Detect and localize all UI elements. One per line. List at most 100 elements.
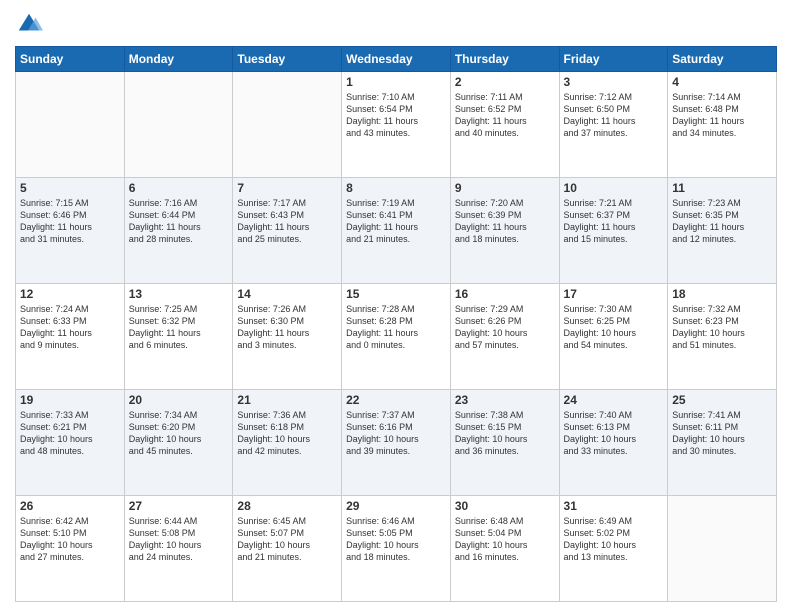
day-number: 19 bbox=[20, 393, 120, 407]
calendar-cell: 22 Sunrise: 7:37 AM Sunset: 6:16 PM Dayli… bbox=[342, 390, 451, 496]
calendar-cell bbox=[668, 496, 777, 602]
weekday-header-thursday: Thursday bbox=[450, 47, 559, 72]
calendar-cell: 17 Sunrise: 7:30 AM Sunset: 6:25 PM Dayli… bbox=[559, 284, 668, 390]
calendar-cell: 23 Sunrise: 7:38 AM Sunset: 6:15 PM Dayli… bbox=[450, 390, 559, 496]
day-number: 8 bbox=[346, 181, 446, 195]
weekday-header-saturday: Saturday bbox=[668, 47, 777, 72]
cell-info: Sunrise: 7:41 AM Sunset: 6:11 PM Dayligh… bbox=[672, 409, 772, 458]
calendar-cell: 3Sunrise: 7:12 AM Sunset: 6:50 PM Daylig… bbox=[559, 72, 668, 178]
calendar-cell: 5 Sunrise: 7:15 AM Sunset: 6:46 PM Daylig… bbox=[16, 178, 125, 284]
weekday-header-monday: Monday bbox=[124, 47, 233, 72]
day-number: 27 bbox=[129, 499, 229, 513]
week-row-1: 5 Sunrise: 7:15 AM Sunset: 6:46 PM Daylig… bbox=[16, 178, 777, 284]
weekday-header-wednesday: Wednesday bbox=[342, 47, 451, 72]
calendar-table: SundayMondayTuesdayWednesdayThursdayFrid… bbox=[15, 46, 777, 602]
day-number: 14 bbox=[237, 287, 337, 301]
calendar-cell: 13 Sunrise: 7:25 AM Sunset: 6:32 PM Dayli… bbox=[124, 284, 233, 390]
day-number: 4 bbox=[672, 75, 772, 89]
page: SundayMondayTuesdayWednesdayThursdayFrid… bbox=[0, 0, 792, 612]
cell-info: Sunrise: 7:30 AM Sunset: 6:25 PM Dayligh… bbox=[564, 303, 664, 352]
day-number: 15 bbox=[346, 287, 446, 301]
cell-info: Sunrise: 7:36 AM Sunset: 6:18 PM Dayligh… bbox=[237, 409, 337, 458]
cell-info: Sunrise: 7:24 AM Sunset: 6:33 PM Dayligh… bbox=[20, 303, 120, 352]
day-number: 2 bbox=[455, 75, 555, 89]
cell-info: Sunrise: 6:44 AM Sunset: 5:08 PM Dayligh… bbox=[129, 515, 229, 564]
cell-info: Sunrise: 7:21 AM Sunset: 6:37 PM Dayligh… bbox=[564, 197, 664, 246]
calendar-cell: 28 Sunrise: 6:45 AM Sunset: 5:07 PM Dayli… bbox=[233, 496, 342, 602]
day-number: 12 bbox=[20, 287, 120, 301]
cell-info: Sunrise: 7:25 AM Sunset: 6:32 PM Dayligh… bbox=[129, 303, 229, 352]
day-number: 29 bbox=[346, 499, 446, 513]
calendar-cell: 16Sunrise: 7:29 AM Sunset: 6:26 PM Dayli… bbox=[450, 284, 559, 390]
day-number: 11 bbox=[672, 181, 772, 195]
cell-info: Sunrise: 7:14 AM Sunset: 6:48 PM Dayligh… bbox=[672, 91, 772, 140]
day-number: 3 bbox=[564, 75, 664, 89]
calendar-cell: 4 Sunrise: 7:14 AM Sunset: 6:48 PM Daylig… bbox=[668, 72, 777, 178]
calendar-cell: 1Sunrise: 7:10 AM Sunset: 6:54 PM Daylig… bbox=[342, 72, 451, 178]
logo-icon bbox=[15, 10, 43, 38]
day-number: 18 bbox=[672, 287, 772, 301]
header bbox=[15, 10, 777, 38]
week-row-3: 19 Sunrise: 7:33 AM Sunset: 6:21 PM Dayli… bbox=[16, 390, 777, 496]
calendar-cell bbox=[16, 72, 125, 178]
calendar-cell: 30 Sunrise: 6:48 AM Sunset: 5:04 PM Dayli… bbox=[450, 496, 559, 602]
week-row-2: 12 Sunrise: 7:24 AM Sunset: 6:33 PM Dayli… bbox=[16, 284, 777, 390]
day-number: 23 bbox=[455, 393, 555, 407]
day-number: 26 bbox=[20, 499, 120, 513]
calendar-cell: 18 Sunrise: 7:32 AM Sunset: 6:23 PM Dayli… bbox=[668, 284, 777, 390]
day-number: 9 bbox=[455, 181, 555, 195]
day-number: 13 bbox=[129, 287, 229, 301]
cell-info: Sunrise: 7:17 AM Sunset: 6:43 PM Dayligh… bbox=[237, 197, 337, 246]
cell-info: Sunrise: 7:28 AM Sunset: 6:28 PM Dayligh… bbox=[346, 303, 446, 352]
day-number: 21 bbox=[237, 393, 337, 407]
calendar-cell: 15 Sunrise: 7:28 AM Sunset: 6:28 PM Dayli… bbox=[342, 284, 451, 390]
calendar-cell: 7 Sunrise: 7:17 AM Sunset: 6:43 PM Daylig… bbox=[233, 178, 342, 284]
day-number: 6 bbox=[129, 181, 229, 195]
cell-info: Sunrise: 7:20 AM Sunset: 6:39 PM Dayligh… bbox=[455, 197, 555, 246]
cell-info: Sunrise: 7:26 AM Sunset: 6:30 PM Dayligh… bbox=[237, 303, 337, 352]
cell-info: Sunrise: 6:46 AM Sunset: 5:05 PM Dayligh… bbox=[346, 515, 446, 564]
cell-info: Sunrise: 7:32 AM Sunset: 6:23 PM Dayligh… bbox=[672, 303, 772, 352]
week-row-0: 1Sunrise: 7:10 AM Sunset: 6:54 PM Daylig… bbox=[16, 72, 777, 178]
calendar-cell bbox=[233, 72, 342, 178]
cell-info: Sunrise: 6:45 AM Sunset: 5:07 PM Dayligh… bbox=[237, 515, 337, 564]
weekday-header-sunday: Sunday bbox=[16, 47, 125, 72]
calendar-cell: 2 Sunrise: 7:11 AM Sunset: 6:52 PM Daylig… bbox=[450, 72, 559, 178]
calendar-cell: 26 Sunrise: 6:42 AM Sunset: 5:10 PM Dayli… bbox=[16, 496, 125, 602]
calendar-cell: 24 Sunrise: 7:40 AM Sunset: 6:13 PM Dayli… bbox=[559, 390, 668, 496]
cell-info: Sunrise: 7:16 AM Sunset: 6:44 PM Dayligh… bbox=[129, 197, 229, 246]
cell-info: Sunrise: 6:48 AM Sunset: 5:04 PM Dayligh… bbox=[455, 515, 555, 564]
cell-info: Sunrise: 7:38 AM Sunset: 6:15 PM Dayligh… bbox=[455, 409, 555, 458]
cell-info: Sunrise: 7:15 AM Sunset: 6:46 PM Dayligh… bbox=[20, 197, 120, 246]
weekday-header-friday: Friday bbox=[559, 47, 668, 72]
day-number: 24 bbox=[564, 393, 664, 407]
calendar-cell: 20Sunrise: 7:34 AM Sunset: 6:20 PM Dayli… bbox=[124, 390, 233, 496]
week-row-4: 26 Sunrise: 6:42 AM Sunset: 5:10 PM Dayli… bbox=[16, 496, 777, 602]
day-number: 31 bbox=[564, 499, 664, 513]
day-number: 28 bbox=[237, 499, 337, 513]
calendar-cell: 25Sunrise: 7:41 AM Sunset: 6:11 PM Dayli… bbox=[668, 390, 777, 496]
calendar-cell: 10 Sunrise: 7:21 AM Sunset: 6:37 PM Dayli… bbox=[559, 178, 668, 284]
cell-info: Sunrise: 7:23 AM Sunset: 6:35 PM Dayligh… bbox=[672, 197, 772, 246]
day-number: 22 bbox=[346, 393, 446, 407]
cell-info: Sunrise: 7:19 AM Sunset: 6:41 PM Dayligh… bbox=[346, 197, 446, 246]
cell-info: Sunrise: 7:40 AM Sunset: 6:13 PM Dayligh… bbox=[564, 409, 664, 458]
day-number: 10 bbox=[564, 181, 664, 195]
calendar-cell bbox=[124, 72, 233, 178]
cell-info: Sunrise: 7:11 AM Sunset: 6:52 PM Dayligh… bbox=[455, 91, 555, 140]
calendar-cell: 21 Sunrise: 7:36 AM Sunset: 6:18 PM Dayli… bbox=[233, 390, 342, 496]
calendar-cell: 6 Sunrise: 7:16 AM Sunset: 6:44 PM Daylig… bbox=[124, 178, 233, 284]
calendar-cell: 14 Sunrise: 7:26 AM Sunset: 6:30 PM Dayli… bbox=[233, 284, 342, 390]
cell-info: Sunrise: 7:37 AM Sunset: 6:16 PM Dayligh… bbox=[346, 409, 446, 458]
day-number: 30 bbox=[455, 499, 555, 513]
cell-info: Sunrise: 6:49 AM Sunset: 5:02 PM Dayligh… bbox=[564, 515, 664, 564]
logo bbox=[15, 10, 47, 38]
calendar-cell: 12 Sunrise: 7:24 AM Sunset: 6:33 PM Dayli… bbox=[16, 284, 125, 390]
day-number: 17 bbox=[564, 287, 664, 301]
calendar-cell: 29 Sunrise: 6:46 AM Sunset: 5:05 PM Dayli… bbox=[342, 496, 451, 602]
day-number: 7 bbox=[237, 181, 337, 195]
calendar-cell: 8 Sunrise: 7:19 AM Sunset: 6:41 PM Daylig… bbox=[342, 178, 451, 284]
cell-info: Sunrise: 7:33 AM Sunset: 6:21 PM Dayligh… bbox=[20, 409, 120, 458]
cell-info: Sunrise: 6:42 AM Sunset: 5:10 PM Dayligh… bbox=[20, 515, 120, 564]
day-number: 5 bbox=[20, 181, 120, 195]
